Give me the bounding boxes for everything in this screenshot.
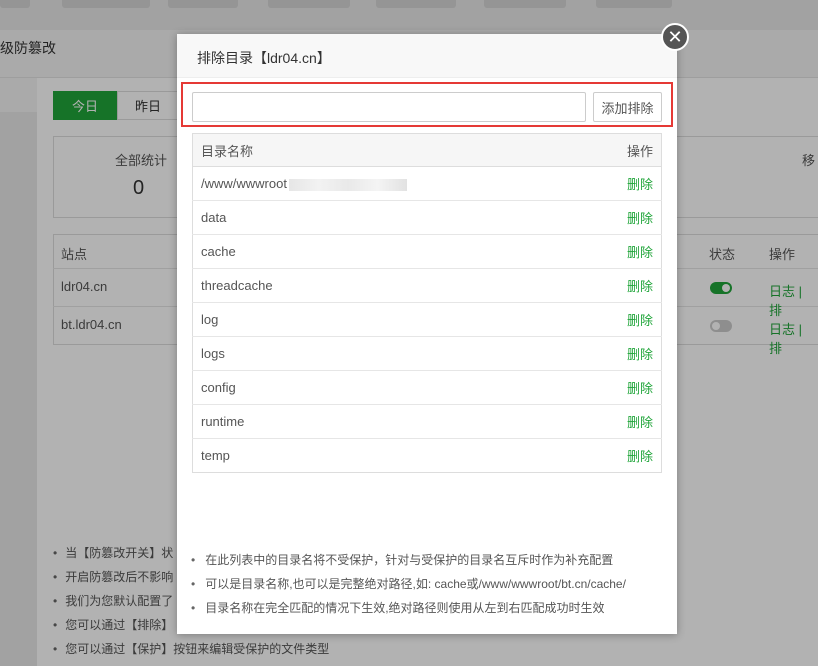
action-cell: 删除: [586, 336, 662, 371]
directory-name: cache: [192, 234, 587, 269]
dialog-title: 排除目录【ldr04.cn】: [197, 50, 331, 66]
delete-link[interactable]: 删除: [627, 347, 653, 362]
delete-link[interactable]: 删除: [627, 415, 653, 430]
directory-name: logs: [192, 336, 587, 371]
delete-link[interactable]: 删除: [627, 381, 653, 396]
tip-item: 在此列表中的目录名将不受保护，针对与受保护的目录名互斥时作为补充配置: [191, 548, 671, 572]
directory-name: threadcache: [192, 268, 587, 303]
dialog-header: 排除目录【ldr04.cn】: [177, 34, 677, 78]
action-cell: 删除: [586, 370, 662, 405]
delete-link[interactable]: 删除: [627, 279, 653, 294]
tip-item: 目录名称在完全匹配的情况下生效,绝对路径则使用从左到右匹配成功时生效: [191, 596, 671, 620]
help-tips: 在此列表中的目录名将不受保护，针对与受保护的目录名互斥时作为补充配置 可以是目录…: [191, 548, 671, 620]
directory-input[interactable]: [192, 92, 586, 122]
tip-item: 可以是目录名称,也可以是完整绝对路径,如: cache或/www/wwwroot…: [191, 572, 671, 596]
excluded-directory-table: 目录名称 操作 /www/wwwroot 删除 data 删除 cache 删除…: [192, 133, 662, 473]
delete-link[interactable]: 删除: [627, 177, 653, 192]
table-row: log 删除: [192, 302, 662, 337]
directory-name: /www/wwwroot: [192, 166, 587, 201]
column-header-name: 目录名称: [192, 133, 587, 167]
add-exclusion-row: 添加排除: [181, 82, 673, 127]
table-header-row: 目录名称 操作: [192, 133, 662, 167]
delete-link[interactable]: 删除: [627, 211, 653, 226]
action-cell: 删除: [586, 404, 662, 439]
directory-name-text: /www/wwwroot: [201, 176, 287, 191]
table-row: /www/wwwroot 删除: [192, 166, 662, 201]
action-cell: 删除: [586, 438, 662, 473]
exclude-directory-dialog: 排除目录【ldr04.cn】 添加排除 目录名称 操作 /www/wwwroot…: [177, 34, 677, 634]
table-row: cache 删除: [192, 234, 662, 269]
action-cell: 删除: [586, 200, 662, 235]
table-row: config 删除: [192, 370, 662, 405]
table-row: runtime 删除: [192, 404, 662, 439]
column-header-action: 操作: [586, 133, 662, 167]
delete-link[interactable]: 删除: [627, 245, 653, 260]
directory-name: runtime: [192, 404, 587, 439]
delete-link[interactable]: 删除: [627, 313, 653, 328]
table-row: temp 删除: [192, 438, 662, 473]
table-row: logs 删除: [192, 336, 662, 371]
directory-name: temp: [192, 438, 587, 473]
directory-name: data: [192, 200, 587, 235]
action-cell: 删除: [586, 166, 662, 201]
action-cell: 删除: [586, 234, 662, 269]
table-row: data 删除: [192, 200, 662, 235]
action-cell: 删除: [586, 302, 662, 337]
close-icon[interactable]: ✕: [661, 23, 689, 51]
action-cell: 删除: [586, 268, 662, 303]
delete-link[interactable]: 删除: [627, 449, 653, 464]
directory-name: log: [192, 302, 587, 337]
table-row: threadcache 删除: [192, 268, 662, 303]
add-exclusion-button[interactable]: 添加排除: [593, 92, 662, 122]
directory-name: config: [192, 370, 587, 405]
redacted-path: [288, 178, 407, 191]
